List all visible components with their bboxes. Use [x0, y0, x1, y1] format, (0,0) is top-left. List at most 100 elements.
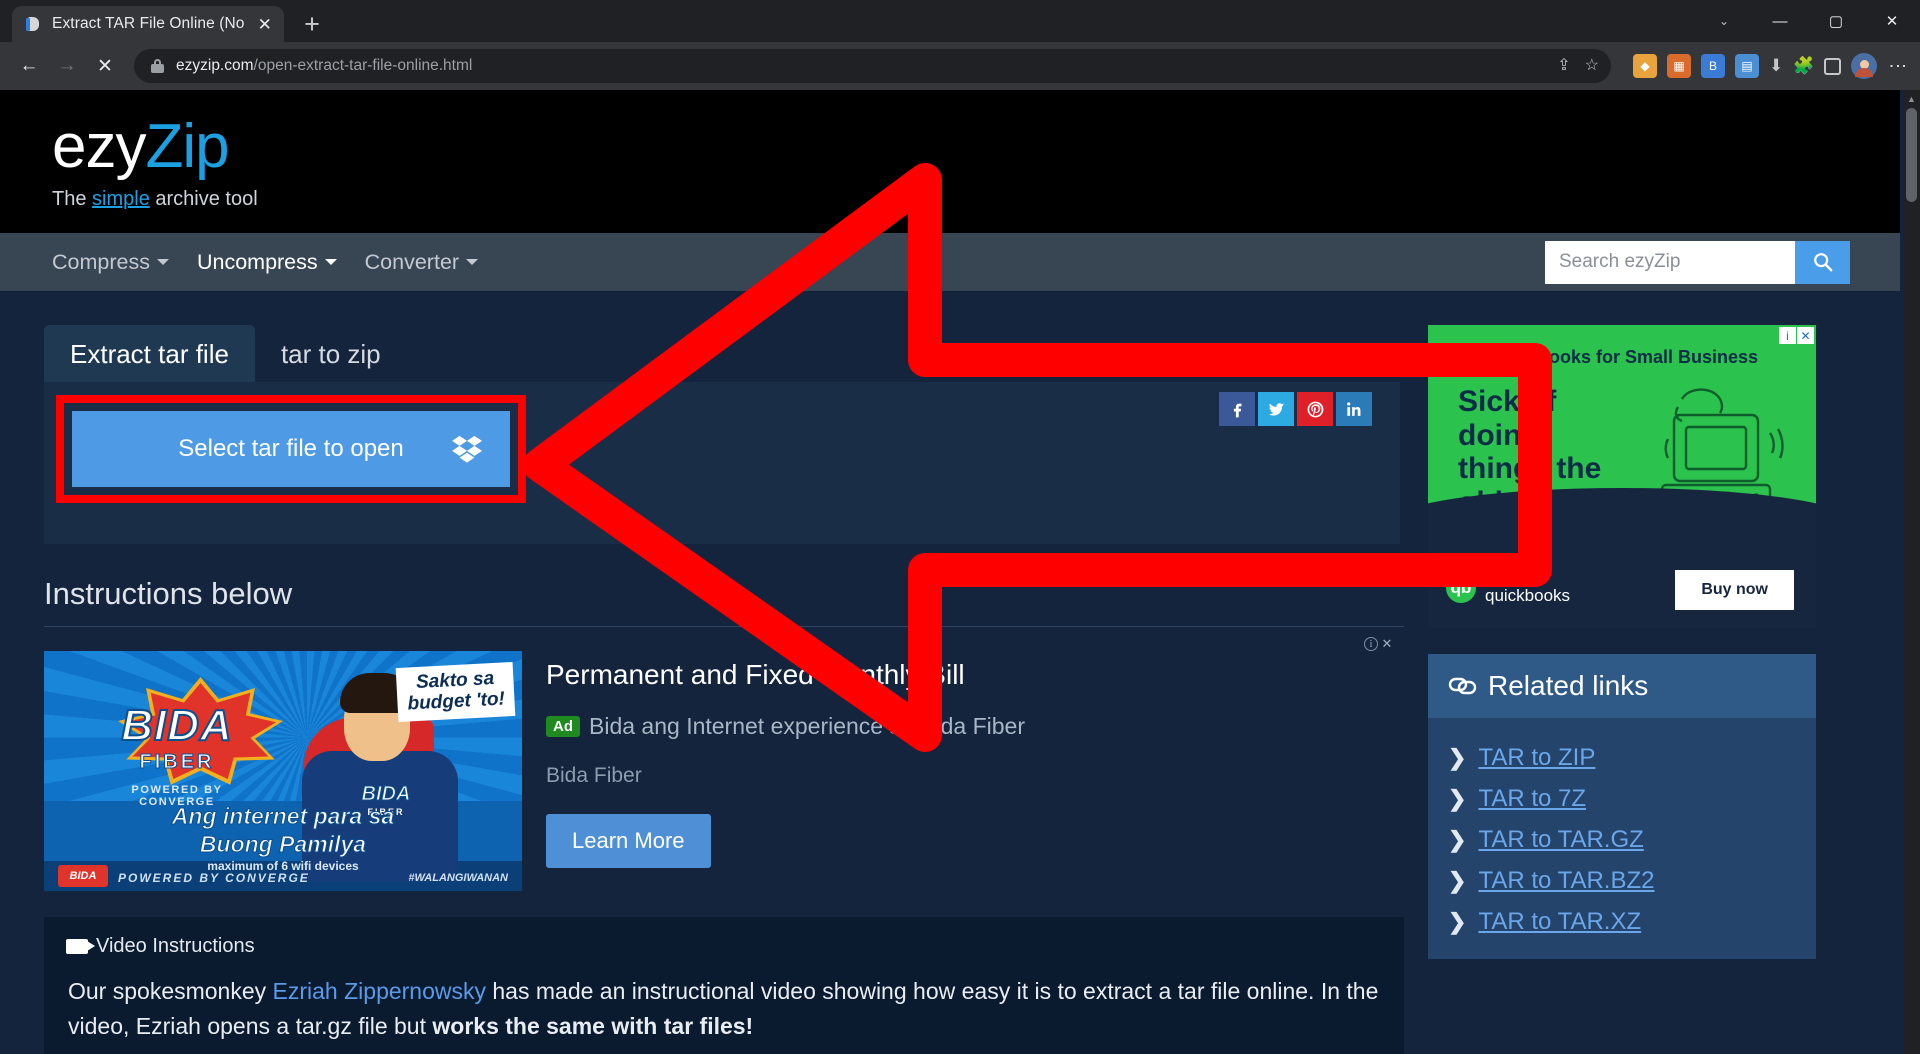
- puzzle-extensions-icon[interactable]: 🧩: [1793, 56, 1814, 76]
- extension-icon-3[interactable]: B: [1701, 54, 1725, 78]
- page-scrollbar[interactable]: ▲: [1903, 90, 1920, 1054]
- forward-button[interactable]: →: [50, 49, 84, 83]
- list-item[interactable]: ❯ TAR to TAR.GZ: [1448, 826, 1796, 854]
- tab-tar-to-zip[interactable]: tar to zip: [255, 325, 407, 382]
- url-text: ezyzip.com/open-extract-tar-file-online.…: [176, 57, 1545, 75]
- quickbooks-logo: qb INTUIT quickbooks: [1446, 570, 1570, 606]
- tagline-emphasis: simple: [92, 188, 150, 210]
- spokesmonkey-link[interactable]: Ezriah Zippernowsky: [273, 978, 486, 1004]
- search-button[interactable]: [1795, 241, 1850, 284]
- chevron-right-icon: ❯: [1448, 827, 1466, 853]
- share-linkedin-button[interactable]: [1336, 392, 1372, 426]
- ad-text-block: Permanent and Fixed Monthly Bill Ad Bida…: [522, 651, 1400, 891]
- chevron-down-icon: [466, 259, 478, 265]
- share-pinterest-button[interactable]: [1297, 392, 1333, 426]
- logo-zip: Zip: [145, 112, 228, 181]
- nav-item-compress[interactable]: Compress: [52, 250, 169, 275]
- browser-menu-icon[interactable]: ⋮: [1887, 57, 1908, 75]
- url-path: /open-extract-tar-file-online.html: [254, 57, 473, 74]
- scroll-up-arrow[interactable]: ▲: [1903, 90, 1920, 107]
- close-tab-icon[interactable]: ✕: [256, 16, 274, 33]
- site-tagline: The simple archive tool: [52, 188, 1900, 211]
- chevron-right-icon: ❯: [1448, 909, 1466, 935]
- extension-icon-4[interactable]: ▤: [1735, 54, 1759, 78]
- new-tab-button[interactable]: +: [292, 6, 332, 42]
- sidebar: i ✕ QuickBooks for Small Business Sick o…: [1400, 325, 1840, 1054]
- window-controls: ⌄ — ▢ ✕: [1696, 0, 1920, 42]
- sidebar-ad-controls: i ✕: [1779, 327, 1814, 344]
- chevron-down-icon: [325, 259, 337, 265]
- buy-now-button[interactable]: Buy now: [1675, 570, 1794, 610]
- site-header: ezyZip The simple archive tool: [0, 90, 1900, 233]
- close-window-button[interactable]: ✕: [1864, 0, 1920, 42]
- tool-panel: Select tar file to open: [44, 382, 1400, 544]
- ad-close-icon[interactable]: ✕: [1380, 637, 1394, 651]
- tab-extract-tar-file[interactable]: Extract tar file: [44, 325, 255, 382]
- search-input[interactable]: [1545, 241, 1795, 284]
- ad-headline[interactable]: Permanent and Fixed Monthly Bill: [546, 659, 1400, 691]
- list-item[interactable]: ❯ TAR to TAR.XZ: [1448, 908, 1796, 936]
- sidebar-ad-close-icon[interactable]: ✕: [1797, 327, 1814, 344]
- share-icon[interactable]: ⇪: [1557, 58, 1570, 74]
- bookmark-star-icon[interactable]: ☆: [1585, 58, 1599, 74]
- related-links-header: Related links: [1428, 654, 1816, 718]
- browser-tab[interactable]: Extract TAR File Online (No limits ✕: [12, 6, 284, 42]
- video-text-bold: works the same with tar files!: [432, 1013, 753, 1039]
- main-column: Extract tar file tar to zip Select: [0, 325, 1400, 1054]
- tagline-post: archive tool: [150, 188, 258, 210]
- extension-icon-2[interactable]: ▦: [1667, 54, 1691, 78]
- banner-callout: Sakto sa budget 'to!: [395, 662, 515, 722]
- banner-footer-powered: POWERED BY CONVERGE: [118, 871, 310, 885]
- search-area: [1545, 241, 1850, 284]
- page-content: ezyZip The simple archive tool Compress …: [0, 90, 1900, 1054]
- nav-item-converter[interactable]: Converter: [365, 250, 478, 275]
- related-link-tar-to-targz[interactable]: TAR to TAR.GZ: [1478, 826, 1643, 854]
- share-buttons: [1219, 392, 1372, 426]
- back-button[interactable]: ←: [12, 49, 46, 83]
- nav-label-compress: Compress: [52, 250, 150, 275]
- download-icon[interactable]: ⬇: [1769, 56, 1783, 76]
- nav-label-converter: Converter: [365, 250, 459, 275]
- share-twitter-button[interactable]: [1258, 392, 1294, 426]
- select-tar-file-button[interactable]: Select tar file to open: [72, 411, 510, 487]
- minimize-button[interactable]: —: [1752, 0, 1808, 42]
- ad-info-icon[interactable]: i: [1364, 637, 1378, 651]
- quickbooks-ad[interactable]: i ✕ QuickBooks for Small Business Sick o…: [1428, 325, 1816, 628]
- sidepanel-icon[interactable]: [1824, 58, 1841, 75]
- related-link-tar-to-7z[interactable]: TAR to 7Z: [1478, 785, 1586, 813]
- lock-icon: [151, 59, 164, 73]
- related-link-tar-to-tarbz2[interactable]: TAR to TAR.BZ2: [1478, 867, 1654, 895]
- share-facebook-button[interactable]: [1219, 392, 1255, 426]
- list-item[interactable]: ❯TAR to 7Z: [1448, 785, 1796, 813]
- maximize-button[interactable]: ▢: [1808, 0, 1864, 42]
- select-tar-file-label: Select tar file to open: [178, 435, 403, 463]
- tab-title: Extract TAR File Online (No limits: [52, 15, 247, 33]
- banner-powered-by: POWERED BY CONVERGE: [92, 784, 262, 808]
- bida-fiber-banner[interactable]: BIDA FIBER BIDA FIBER POWERED BY CONVERG…: [44, 651, 522, 891]
- browser-toolbar: ← → ✕ ezyzip.com/open-extract-tar-file-o…: [0, 42, 1920, 90]
- ad-advertiser: Bida Fiber: [546, 764, 1400, 788]
- ad-controls: i ✕: [1364, 637, 1394, 651]
- pinterest-icon: [1306, 400, 1325, 419]
- extension-icon-1[interactable]: ◆: [1633, 54, 1657, 78]
- list-item[interactable]: ❯TAR to ZIP: [1448, 744, 1796, 772]
- tab-strip: Extract TAR File Online (No limits ✕ + ⌄…: [0, 0, 1920, 42]
- related-link-tar-to-zip[interactable]: TAR to ZIP: [1478, 744, 1595, 772]
- list-item[interactable]: ❯TAR to TAR.BZ2: [1448, 867, 1796, 895]
- browser-window: Extract TAR File Online (No limits ✕ + ⌄…: [0, 0, 1920, 1054]
- nav-item-uncompress[interactable]: Uncompress: [197, 250, 337, 275]
- stop-loading-button[interactable]: ✕: [88, 49, 122, 83]
- ad-learn-more-button[interactable]: Learn More: [546, 814, 711, 868]
- related-link-tar-to-tarxz[interactable]: TAR to TAR.XZ: [1478, 908, 1641, 936]
- quickbooks-label: quickbooks: [1485, 586, 1570, 605]
- avatar[interactable]: [1851, 53, 1877, 79]
- site-logo[interactable]: ezyZip: [52, 116, 1900, 178]
- favicon-icon: [26, 16, 43, 33]
- address-bar[interactable]: ezyzip.com/open-extract-tar-file-online.…: [134, 49, 1611, 83]
- tool-tabs: Extract tar file tar to zip: [44, 325, 1400, 382]
- tab-search-icon[interactable]: ⌄: [1696, 0, 1752, 42]
- sidebar-ad-info-icon[interactable]: i: [1779, 327, 1796, 344]
- ad-badge: Ad: [546, 716, 580, 737]
- scrollbar-thumb[interactable]: [1906, 108, 1917, 202]
- video-instructions-title: Video Instructions: [96, 935, 255, 958]
